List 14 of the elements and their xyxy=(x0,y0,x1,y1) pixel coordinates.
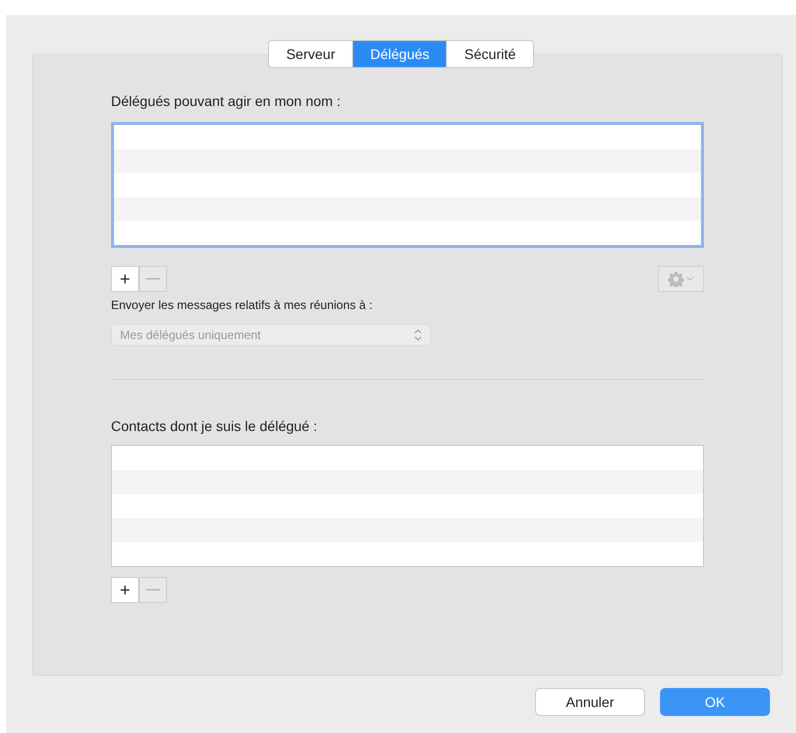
list-box[interactable] xyxy=(111,122,704,248)
updown-icon xyxy=(414,329,422,341)
caret-icon xyxy=(686,276,694,282)
section-label: Envoyer les messages relatifs à mes réunions à : xyxy=(111,297,374,314)
section-label: Délégués pouvant agir en mon nom : xyxy=(111,92,342,111)
add-button[interactable]: + xyxy=(111,266,139,292)
cancel-button[interactable]: Annuler xyxy=(535,688,645,716)
minus-icon xyxy=(146,278,160,280)
tab[interactable]: Sécurité xyxy=(446,41,533,67)
minus-icon xyxy=(146,589,160,591)
add-button[interactable]: + xyxy=(111,577,139,603)
gear-icon xyxy=(668,271,684,287)
section-label: Contacts dont je suis le délégué : xyxy=(111,417,318,436)
list-box[interactable] xyxy=(111,445,704,567)
